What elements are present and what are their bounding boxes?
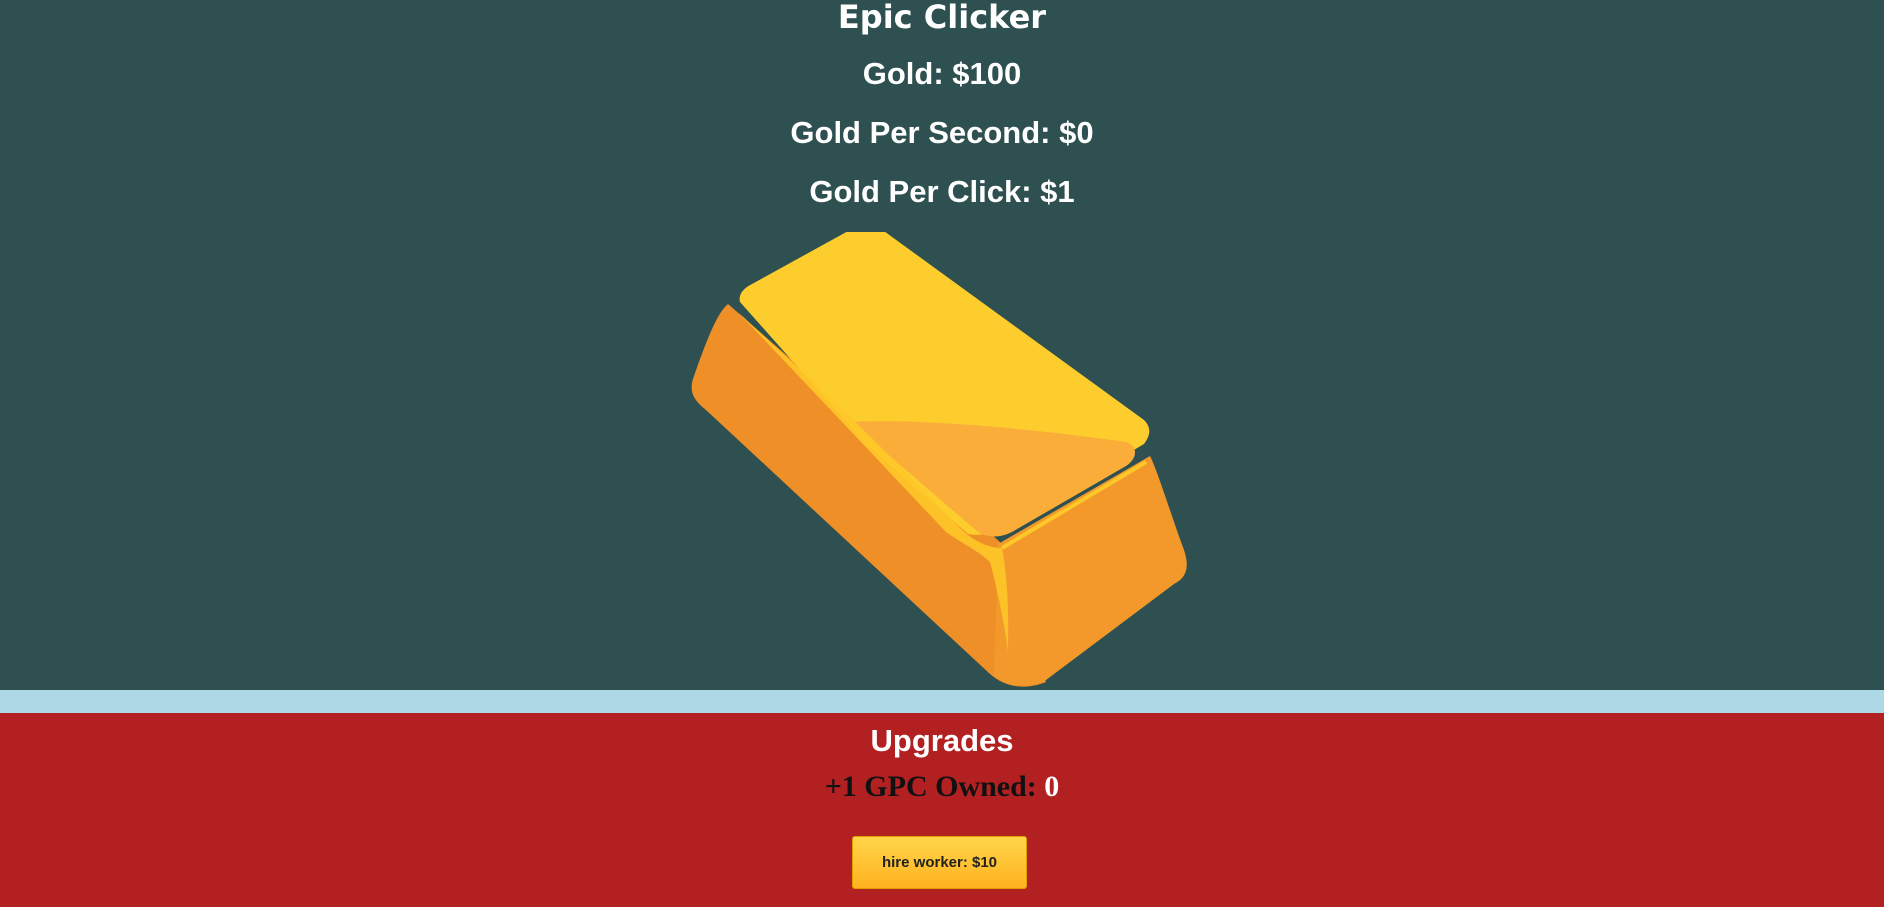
gpc-owned-label: +1 GPC Owned:: [824, 770, 1045, 803]
gold-per-second: Gold Per Second: $0: [790, 115, 1094, 150]
hire-worker-button[interactable]: hire worker: $10: [852, 836, 1027, 889]
upgrades-panel: Upgrades +1 GPC Owned: 0 hire worker: $1…: [0, 713, 1884, 907]
game-area: Epic Clicker Gold: $100 Gold Per Second:…: [0, 0, 1884, 690]
gold-per-click: Gold Per Click: $1: [809, 174, 1075, 209]
gpc-owned: +1 GPC Owned: 0: [0, 769, 1884, 805]
gold-amount: Gold: $100: [862, 56, 1022, 91]
section-divider: [0, 690, 1884, 713]
gpc-owned-count: 0: [1044, 770, 1060, 803]
gold-bar-icon[interactable]: [690, 232, 1190, 688]
upgrades-title: Upgrades: [870, 723, 1014, 758]
game-title: Epic Clicker: [837, 0, 1047, 36]
